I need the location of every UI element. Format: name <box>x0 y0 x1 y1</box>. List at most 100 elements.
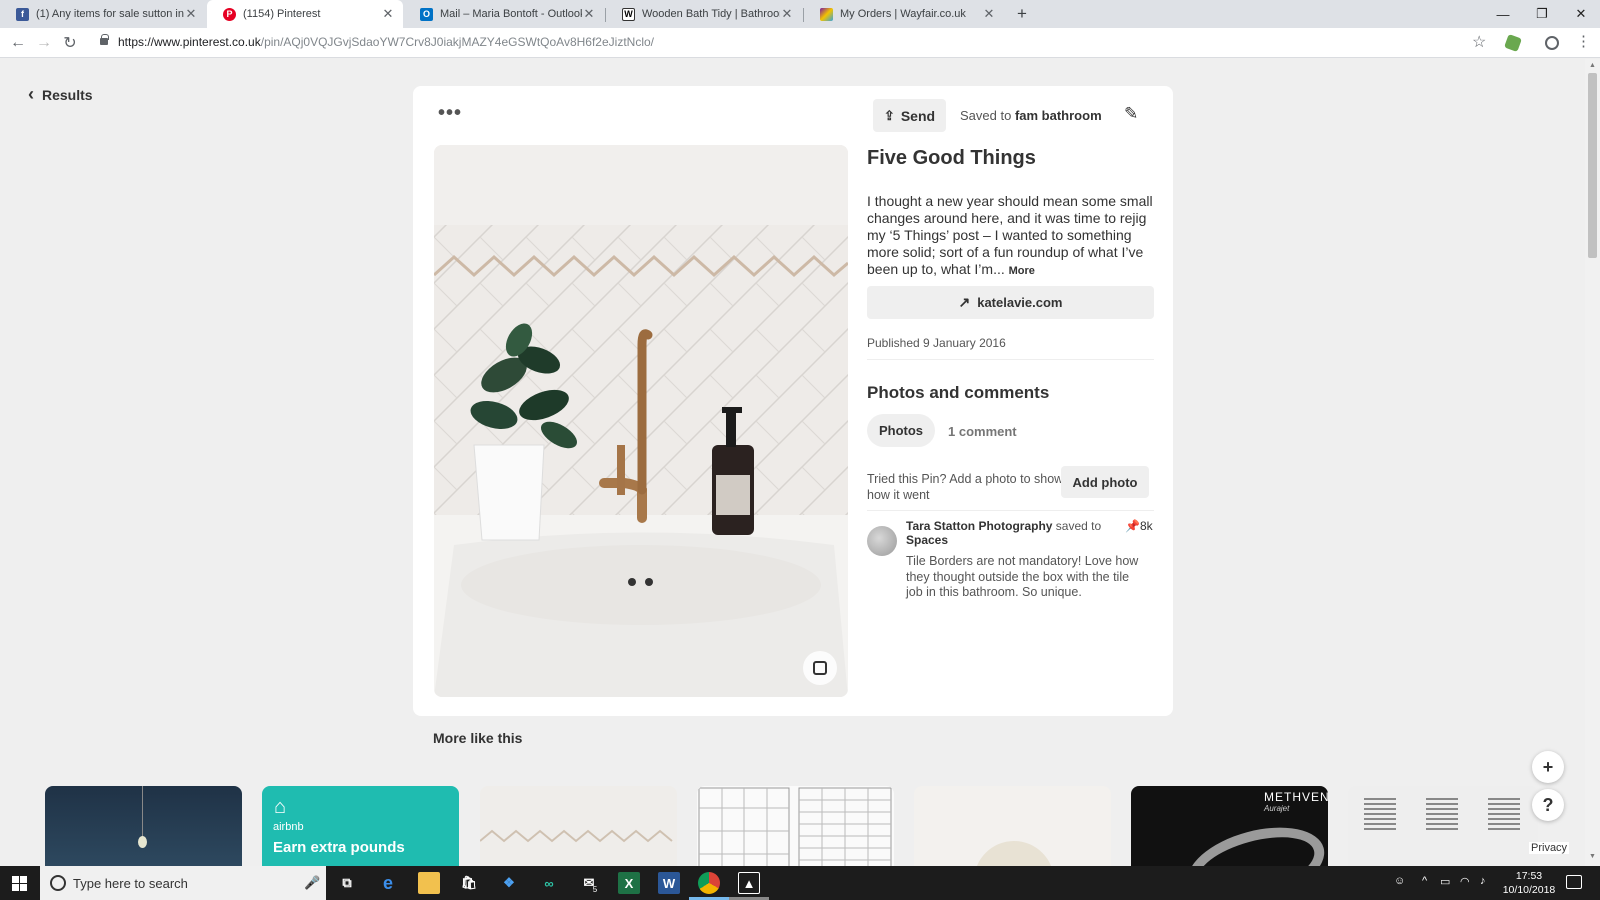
back-arrow-icon[interactable]: ← <box>6 28 30 58</box>
minimize-button[interactable]: — <box>1484 0 1522 28</box>
close-window-button[interactable]: ✕ <box>1562 0 1600 28</box>
saved-to-board[interactable]: Saved to fam bathroom <box>960 108 1102 123</box>
tile-swatch <box>1488 796 1520 830</box>
close-tab-icon[interactable]: ✕ <box>982 6 996 22</box>
clock-time: 17:53 <box>1515 870 1543 882</box>
wayfair-w-icon: W <box>622 7 635 21</box>
people-icon[interactable]: ☺ <box>1394 875 1405 887</box>
tab-wooden-bath-tidy[interactable]: W Wooden Bath Tidy | Bathroom Ac ✕ <box>606 0 802 28</box>
divider <box>867 359 1154 360</box>
tried-pin-prompt: Tried this Pin? Add a photo to show how … <box>867 472 1064 502</box>
reload-icon[interactable]: ↻ <box>58 28 82 58</box>
account-icon[interactable] <box>1545 36 1559 50</box>
back-to-results-button[interactable]: ‹ Results <box>28 84 93 105</box>
wifi-icon[interactable]: ◠ <box>1460 875 1470 888</box>
scrollbar-thumb[interactable] <box>1588 73 1597 258</box>
send-button[interactable]: ⇪ Send <box>873 99 946 132</box>
create-plus-button[interactable]: + <box>1532 751 1564 783</box>
comment-author[interactable]: Tara Statton Photography <box>906 519 1052 533</box>
comment-board[interactable]: Spaces <box>906 533 948 547</box>
tile-pattern-image <box>698 787 892 866</box>
scroll-up-icon[interactable]: ▲ <box>1589 62 1596 69</box>
close-tab-icon[interactable]: ✕ <box>780 6 794 22</box>
show-hidden-icons[interactable]: ^ <box>1422 875 1427 887</box>
browser-menu-icon[interactable]: ⋮ <box>1576 32 1591 50</box>
windows-start-icon[interactable] <box>12 876 27 891</box>
close-tab-icon[interactable]: ✕ <box>184 6 198 22</box>
cortana-icon <box>50 875 66 891</box>
methven-ad-card[interactable]: METHVEN Aurajet <box>1131 786 1328 866</box>
more-options-icon[interactable]: ••• <box>438 102 462 125</box>
url-field[interactable]: https://www.pinterest.co.uk/pin/AQj0VQJG… <box>118 35 654 49</box>
comment-text: Tile Borders are not mandatory! Love how… <box>906 554 1139 599</box>
excel-icon[interactable]: X <box>618 872 640 894</box>
chrome-icon[interactable] <box>698 872 720 894</box>
pin-icon: 📌 <box>1125 519 1140 533</box>
source-link-button[interactable]: ↗ katelavie.com <box>867 286 1154 319</box>
airbnb-brand: airbnb <box>273 821 304 833</box>
related-pin-card[interactable] <box>45 786 242 866</box>
tab-photos[interactable]: Photos <box>867 414 935 447</box>
external-link-arrow-icon: ↗ <box>958 294 971 310</box>
saved-word: saved <box>1055 519 1088 533</box>
new-tab-button[interactable]: + <box>1012 0 1032 28</box>
battery-icon[interactable]: ▭ <box>1440 875 1450 888</box>
related-pin-card[interactable] <box>914 786 1111 866</box>
dropbox-icon[interactable]: ❖ <box>498 872 520 894</box>
action-center-icon[interactable] <box>1566 875 1582 889</box>
add-photo-button[interactable]: Add photo <box>1061 466 1149 498</box>
word-icon[interactable]: W <box>658 872 680 894</box>
expand-image-button[interactable] <box>803 651 837 685</box>
related-pin-card[interactable] <box>1348 786 1538 866</box>
close-tab-icon[interactable]: ✕ <box>381 6 395 22</box>
privacy-link[interactable]: Privacy <box>1529 842 1570 854</box>
task-view-icon[interactable]: ⧉ <box>336 872 358 894</box>
url-path: /pin/AQj0VQJGvjSdaoYW7Crv8J0iakjMAZY4eGS… <box>260 35 654 49</box>
photos-icon[interactable]: ▲ <box>738 872 760 894</box>
repin-count: 📌8k <box>1125 519 1153 533</box>
tab-pinterest[interactable]: P (1154) Pinterest ✕ <box>207 0 403 28</box>
edge-icon[interactable]: e <box>377 872 399 894</box>
microphone-icon[interactable]: 🎤 <box>304 875 320 891</box>
pin-card: ••• ⇪ Send Saved to fam bathroom ✎ Five … <box>413 86 1173 716</box>
airbnb-ad-card[interactable]: ⌂ airbnb Earn extra pounds <box>262 786 459 866</box>
tile-swatch <box>1364 796 1396 830</box>
more-link[interactable]: More <box>1009 265 1035 277</box>
tab-outlook[interactable]: O Mail – Maria Bontoft - Outlook ✕ <box>404 0 604 28</box>
infinity-app-icon[interactable]: ∞ <box>538 872 560 894</box>
avatar[interactable] <box>867 526 897 556</box>
more-like-this-heading: More like this <box>433 730 523 746</box>
pinterest-page: ‹ Results ••• ⇪ Send Saved to fam bathro… <box>0 59 1585 866</box>
taskbar-clock[interactable]: 17:53 10/10/2018 <box>1499 869 1559 897</box>
scroll-down-icon[interactable]: ▼ <box>1589 853 1596 860</box>
restore-button[interactable]: ❐ <box>1523 0 1561 28</box>
tab-comments[interactable]: 1 comment <box>948 424 1017 439</box>
mail-badge: 5 <box>592 884 598 894</box>
divider <box>867 510 1154 511</box>
tile-swatch <box>1426 796 1458 830</box>
volume-icon[interactable]: ♪ <box>1480 875 1486 887</box>
pin-image[interactable] <box>434 145 848 697</box>
store-icon[interactable]: 🛍 <box>458 872 480 894</box>
tab-wayfair-orders[interactable]: My Orders | Wayfair.co.uk ✕ <box>804 0 1004 28</box>
clock-date: 10/10/2018 <box>1502 884 1556 896</box>
board-name: fam bathroom <box>1014 108 1102 123</box>
extension-icon[interactable] <box>1504 34 1522 52</box>
related-pin-card[interactable] <box>480 786 677 866</box>
tab-facebook[interactable]: f (1) Any items for sale sutton in ar ✕ <box>0 0 206 28</box>
taskbar-search[interactable]: Type here to search 🎤 <box>40 866 326 900</box>
send-label: Send <box>900 107 936 124</box>
edit-pencil-icon[interactable]: ✎ <box>1124 104 1138 124</box>
file-explorer-icon[interactable] <box>418 872 440 894</box>
published-date: Published 9 January 2016 <box>867 336 1006 350</box>
vertical-scrollbar[interactable]: ▲ ▼ <box>1585 59 1600 866</box>
help-button[interactable]: ? <box>1532 789 1564 821</box>
related-pin-card[interactable] <box>697 786 894 866</box>
photos-comments-heading: Photos and comments <box>867 383 1050 402</box>
bookmark-star-icon[interactable]: ☆ <box>1472 32 1486 52</box>
wayfair-icon <box>820 7 833 21</box>
forward-arrow-icon[interactable]: → <box>32 28 56 58</box>
source-link-label: katelavie.com <box>977 295 1063 310</box>
shower-head-image <box>1179 814 1328 866</box>
close-tab-icon[interactable]: ✕ <box>582 6 596 22</box>
